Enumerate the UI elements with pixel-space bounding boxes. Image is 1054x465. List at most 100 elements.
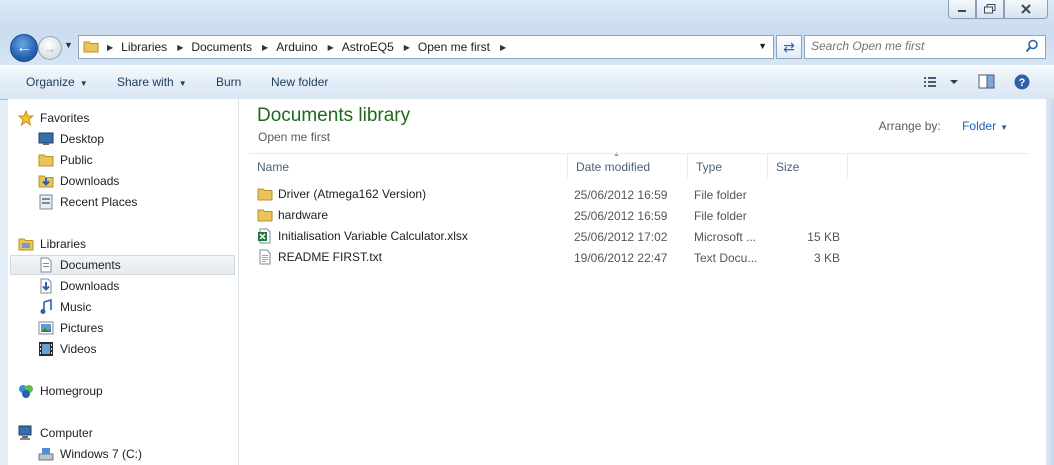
share-with-label: Share with bbox=[117, 75, 174, 89]
preview-pane-button[interactable] bbox=[978, 74, 996, 93]
file-size: 15 KB bbox=[807, 230, 840, 244]
libraries-icon bbox=[18, 236, 34, 252]
sidebar-item-documents[interactable]: Documents bbox=[10, 255, 235, 275]
sidebar-item-label: Recent Places bbox=[60, 195, 138, 209]
sidebar-item-label: Favorites bbox=[40, 111, 90, 125]
folder-icon bbox=[257, 207, 273, 223]
chevron-down-icon: ▼ bbox=[1000, 123, 1008, 132]
new-folder-button[interactable]: New folder bbox=[271, 75, 328, 89]
breadcrumb-libraries[interactable]: Libraries bbox=[121, 40, 167, 54]
recent-pages-dropdown[interactable]: ▼ bbox=[64, 40, 73, 50]
sidebar-item-label: Computer bbox=[40, 426, 93, 440]
sidebar-item-videos[interactable]: Videos bbox=[38, 339, 96, 359]
sidebar-item-public[interactable]: Public bbox=[38, 150, 93, 170]
column-header-name[interactable]: Name bbox=[249, 154, 568, 178]
folder-icon bbox=[38, 152, 54, 168]
command-bar: Organize ▼ Share with ▼ Burn New folder ? bbox=[0, 65, 1054, 100]
close-button[interactable] bbox=[1004, 0, 1048, 19]
file-date: 19/06/2012 22:47 bbox=[574, 251, 668, 265]
column-header-size[interactable]: Size bbox=[768, 154, 848, 178]
breadcrumb-open-me-first[interactable]: Open me first bbox=[418, 40, 490, 54]
downloads-folder-icon bbox=[38, 173, 54, 189]
file-type: Microsoft ... bbox=[694, 230, 757, 244]
back-button[interactable]: ← bbox=[10, 34, 38, 62]
forward-arrow-icon: → bbox=[43, 40, 57, 56]
breadcrumb-separator-icon[interactable]: ▶ bbox=[500, 43, 506, 52]
file-name: Driver (Atmega162 Version) bbox=[278, 187, 427, 201]
organize-label: Organize bbox=[26, 75, 75, 89]
maximize-button[interactable] bbox=[976, 0, 1004, 19]
address-bar[interactable]: ▶ Libraries ▶ Documents ▶ Arduino ▶ Astr… bbox=[78, 35, 774, 59]
breadcrumb-separator-icon[interactable]: ▶ bbox=[262, 43, 268, 52]
sidebar-item-windows-drive[interactable]: Windows 7 (C:) bbox=[38, 444, 142, 464]
file-date: 25/06/2012 16:59 bbox=[574, 188, 668, 202]
sidebar-item-recent-places[interactable]: Recent Places bbox=[38, 192, 137, 212]
sidebar-item-label: Videos bbox=[60, 342, 97, 356]
breadcrumb-separator-icon[interactable]: ▶ bbox=[404, 43, 410, 52]
file-date: 25/06/2012 17:02 bbox=[574, 230, 668, 244]
close-icon bbox=[1021, 4, 1031, 14]
sidebar-item-computer[interactable]: Computer bbox=[18, 423, 93, 443]
help-icon: ? bbox=[1014, 74, 1030, 90]
sidebar-item-music[interactable]: Music bbox=[38, 297, 91, 317]
breadcrumb-astroeq5[interactable]: AstroEQ5 bbox=[342, 40, 394, 54]
folder-icon bbox=[257, 186, 273, 202]
column-header-date-modified[interactable]: Date modified bbox=[568, 154, 688, 178]
breadcrumb-arduino[interactable]: Arduino bbox=[276, 40, 317, 54]
forward-button[interactable]: → bbox=[38, 36, 62, 60]
text-file-icon bbox=[257, 249, 273, 265]
sidebar-item-pictures[interactable]: Pictures bbox=[38, 318, 103, 338]
arrange-by-value: Folder bbox=[962, 119, 997, 133]
sidebar-item-libraries[interactable]: Libraries bbox=[18, 234, 86, 254]
minimize-button[interactable] bbox=[948, 0, 976, 19]
refresh-icon: ⇄ bbox=[783, 38, 795, 55]
breadcrumb-documents[interactable]: Documents bbox=[191, 40, 252, 54]
search-box bbox=[804, 35, 1046, 59]
sidebar-item-library-downloads[interactable]: Downloads bbox=[38, 276, 119, 296]
search-input[interactable] bbox=[805, 36, 1025, 56]
sidebar-item-desktop[interactable]: Desktop bbox=[38, 129, 104, 149]
organize-button[interactable]: Organize ▼ bbox=[26, 75, 88, 89]
file-row[interactable]: README FIRST.txt 19/06/2012 22:47 Text D… bbox=[249, 248, 1049, 269]
computer-icon bbox=[18, 425, 34, 441]
share-with-button[interactable]: Share with ▼ bbox=[117, 75, 187, 89]
downloads-icon bbox=[38, 278, 54, 294]
breadcrumb-separator-icon[interactable]: ▶ bbox=[177, 43, 183, 52]
help-button[interactable]: ? bbox=[1014, 74, 1030, 93]
library-subtitle: Open me first bbox=[258, 130, 331, 144]
sidebar-item-label: Libraries bbox=[40, 237, 87, 251]
back-arrow-icon: ← bbox=[16, 39, 32, 56]
sidebar-item-downloads[interactable]: Downloads bbox=[38, 171, 119, 191]
chevron-down-icon: ▼ bbox=[178, 79, 187, 88]
sidebar-item-label: Documents bbox=[60, 258, 121, 272]
file-name: README FIRST.txt bbox=[278, 250, 383, 264]
file-type: File folder bbox=[694, 209, 747, 223]
music-icon bbox=[38, 299, 54, 315]
breadcrumb-separator-icon[interactable]: ▶ bbox=[107, 43, 113, 52]
address-history-dropdown[interactable]: ▼ bbox=[758, 41, 767, 51]
refresh-button[interactable]: ⇄ bbox=[776, 35, 802, 59]
file-size: 3 KB bbox=[813, 251, 840, 265]
recent-places-icon bbox=[38, 194, 54, 210]
star-icon bbox=[18, 110, 34, 126]
change-view-button[interactable] bbox=[922, 74, 962, 93]
breadcrumb-separator-icon[interactable]: ▶ bbox=[328, 43, 334, 52]
arrange-by-dropdown[interactable]: Folder ▼ bbox=[962, 119, 1008, 133]
file-row[interactable]: Driver (Atmega162 Version) 25/06/2012 16… bbox=[249, 185, 1049, 206]
file-row[interactable]: Initialisation Variable Calculator.xlsx … bbox=[249, 227, 1049, 248]
sidebar-item-label: Windows 7 (C:) bbox=[60, 447, 143, 461]
sidebar-item-favorites[interactable]: Favorites bbox=[18, 108, 89, 128]
file-row[interactable]: hardware 25/06/2012 16:59 File folder bbox=[249, 206, 1049, 227]
sidebar-item-label: Downloads bbox=[60, 174, 120, 188]
sidebar-item-homegroup[interactable]: Homegroup bbox=[18, 381, 103, 401]
svg-text:?: ? bbox=[1019, 77, 1026, 89]
navigation-pane: Favorites Desktop Public Downloads Recen… bbox=[8, 99, 239, 465]
view-options-icon bbox=[924, 77, 958, 87]
sidebar-item-label: Desktop bbox=[60, 132, 105, 146]
homegroup-icon bbox=[18, 383, 34, 399]
burn-button[interactable]: Burn bbox=[216, 75, 241, 89]
search-icon[interactable] bbox=[1025, 39, 1039, 56]
preview-pane-icon bbox=[978, 74, 995, 89]
column-header-type[interactable]: Type bbox=[688, 154, 768, 178]
file-name: Initialisation Variable Calculator.xlsx bbox=[278, 229, 468, 243]
